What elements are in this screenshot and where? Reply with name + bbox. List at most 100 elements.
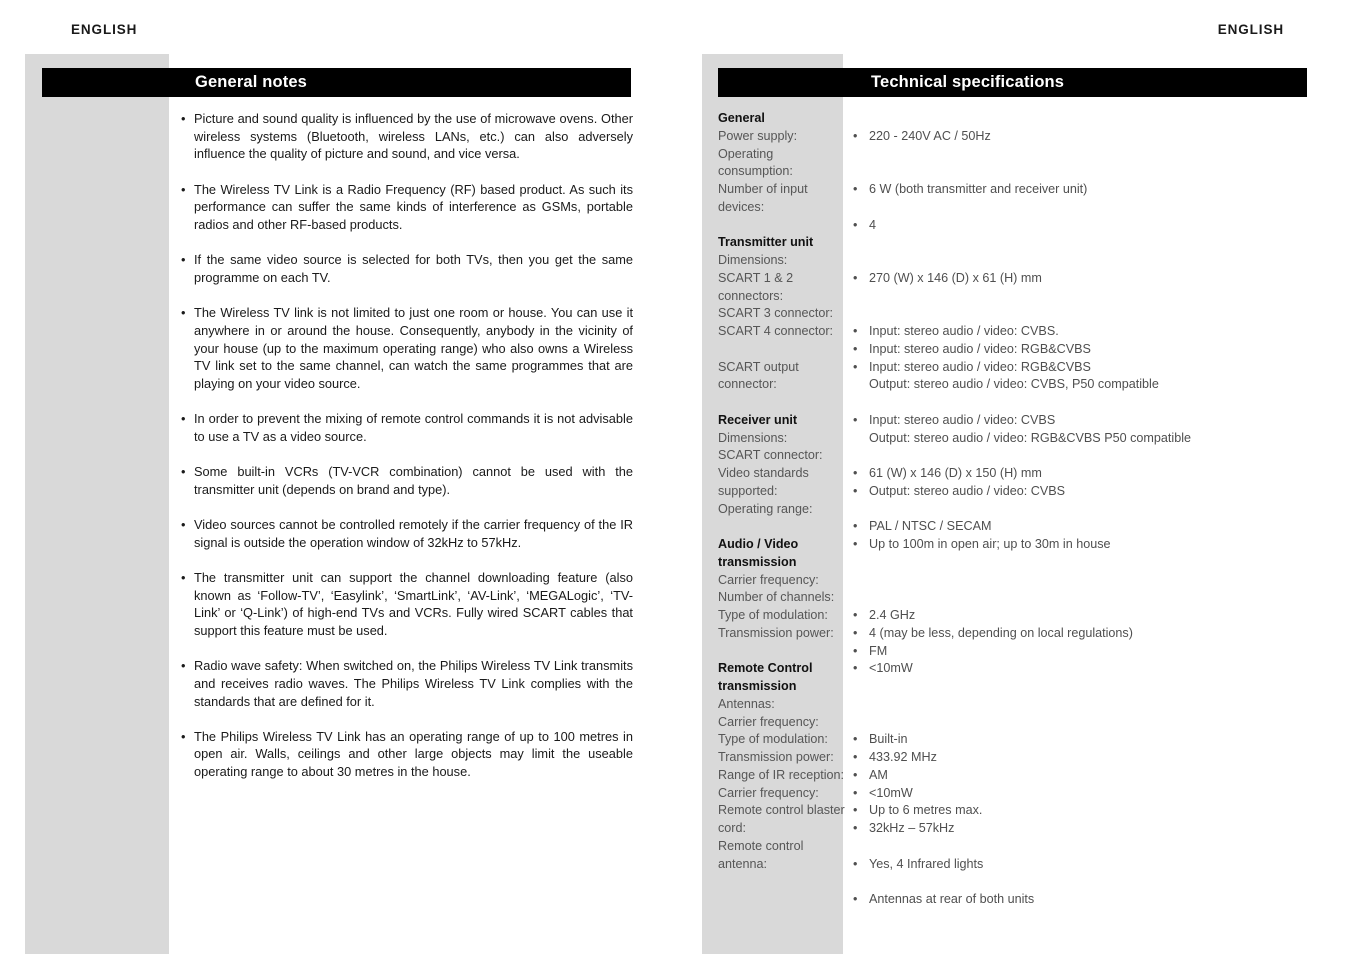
bullet-icon: •	[853, 466, 858, 480]
spec-label: Carrier frequency:	[718, 572, 819, 587]
spec-section-heading: Remote Control	[718, 661, 813, 676]
spec-value: • Yes, 4 Infrared lights	[853, 856, 1313, 874]
spec-value-text: Input: stereo audio / video: CVBS.	[869, 324, 1059, 338]
spec-value: • 6 W (both transmitter and receiver unit…	[853, 181, 1313, 199]
spec-value: • 4 (may be less, depending on local regu…	[853, 625, 1313, 643]
spec-label	[718, 643, 844, 661]
spec-value: • 2.4 GHz	[853, 607, 1313, 625]
spec-label: Carrier frequency:	[718, 714, 819, 729]
spec-value-text: 220 - 240V AC / 50Hz	[869, 128, 991, 143]
spec-value-text: Input: stereo audio / video: CVBS	[869, 412, 1056, 427]
spec-label: connector:	[718, 377, 777, 392]
spec-label: Power supply:	[718, 128, 798, 143]
spec-value: • 61 (W) x 146 (D) x 150 (H) mm	[853, 465, 1313, 483]
spec-label: consumption:	[718, 164, 793, 179]
note-text: Picture and sound quality is influenced …	[194, 111, 633, 162]
spec-label: Video standards	[718, 466, 809, 480]
spec-value: Output: stereo audio / video: RGB&CVBS P…	[853, 430, 1313, 448]
spec-label: SCART 3 connector:	[718, 306, 834, 321]
spec-label: SCART connector:	[718, 448, 823, 463]
spec-value: • 270 (W) x 146 (D) x 61 (H) mm	[853, 270, 1313, 288]
spec-label: Range of IR reception:	[718, 767, 845, 782]
spec-value: • <10mW	[853, 785, 1313, 803]
bullet-icon: •	[853, 856, 858, 871]
note-item: • If the same video source is selected fo…	[181, 251, 633, 286]
spec-value: • Output: stereo audio / video: CVBS	[853, 483, 1313, 501]
spec-value-text: Output: stereo audio / video: RGB&CVBS P…	[869, 430, 1192, 445]
spec-value-spacer	[853, 110, 1313, 128]
spec-value: • 32kHz – 57kHz	[853, 820, 1313, 838]
spec-value: • Input: stereo audio / video: CVBS.	[853, 323, 1313, 341]
spec-label: Number of channels:	[718, 590, 835, 605]
spec-value-text: PAL / NTSC / SECAM	[869, 519, 992, 534]
spec-value-text: 2.4 GHz	[869, 608, 916, 622]
bullet-icon: •	[181, 411, 186, 427]
spec-value-text: 4	[869, 217, 877, 232]
spec-section-heading: General	[718, 111, 765, 125]
spec-value-spacer	[853, 163, 1313, 181]
note-item: • The Philips Wireless TV Link has an ope…	[181, 728, 633, 781]
spec-value: • Up to 100m in open air; up to 30m in ho…	[853, 536, 1313, 554]
spec-value-spacer	[853, 678, 1313, 696]
spec-value-spacer	[853, 696, 1313, 714]
spec-value: • 433.92 MHz	[853, 749, 1313, 767]
bullet-icon: •	[853, 732, 858, 747]
spec-label: Transmission power:	[718, 625, 834, 640]
spec-value: • Input: stereo audio / video: CVBS	[853, 412, 1313, 430]
bullet-icon: •	[181, 111, 186, 126]
spec-value-spacer	[853, 252, 1313, 270]
bullet-icon: •	[853, 821, 858, 835]
bullet-icon: •	[853, 643, 858, 658]
spec-value-text: Input: stereo audio / video: RGB&CVBS	[869, 341, 1091, 356]
spec-label: Operating range:	[718, 501, 813, 516]
spec-label	[718, 394, 844, 412]
spec-section-heading: Audio / Video	[718, 537, 799, 551]
spec-value-spacer	[853, 714, 1313, 732]
spec-label: Antennas:	[718, 696, 775, 711]
bullet-icon: •	[181, 728, 186, 744]
bullet-icon: •	[853, 270, 858, 285]
running-head-right: ENGLISH	[1217, 22, 1284, 37]
bullet-icon: •	[853, 519, 858, 534]
spec-label: Carrier frequency:	[718, 785, 819, 800]
spec-value-text: <10mW	[869, 661, 913, 676]
spec-label: Type of modulation:	[718, 732, 828, 747]
spec-value-text: 433.92 MHz	[869, 750, 937, 764]
spec-label: Number of input	[718, 182, 808, 196]
spec-value-text: Output: stereo audio / video: CVBS, P50 …	[869, 377, 1159, 392]
note-text: Video sources cannot be controlled remot…	[194, 516, 633, 550]
note-text: Some built-in VCRs (TV-VCR combination) …	[194, 464, 633, 497]
bullet-icon: •	[853, 324, 858, 338]
spec-label: Transmission power:	[718, 750, 834, 764]
note-item: • The transmitter unit can support the ch…	[181, 569, 633, 640]
spec-value-spacer	[853, 394, 1313, 412]
spec-label-column: General Power supply: Operating consumption…	[718, 110, 845, 873]
spec-label: devices:	[718, 199, 765, 214]
bullet-icon: •	[853, 750, 858, 764]
bullet-icon: •	[853, 128, 858, 143]
note-text: The transmitter unit can support the cha…	[194, 569, 633, 638]
bullet-icon: •	[853, 182, 858, 196]
spec-label: Remote control blaster	[718, 803, 845, 818]
spec-label: connectors:	[718, 288, 784, 303]
technical-specifications-title: Technical specifications	[871, 73, 1065, 91]
spec-value-spacer	[853, 873, 1313, 891]
spec-value-text: Up to 6 metres max.	[869, 803, 983, 818]
spec-value-text: 270 (W) x 146 (D) x 61 (H) mm	[869, 270, 1042, 285]
spec-label: Type of modulation:	[718, 608, 828, 622]
spec-value-column: • 220 - 240V AC / 50Hz • 6 W (both transmi…	[853, 110, 1313, 909]
spec-value: • Up to 6 metres max.	[853, 802, 1313, 820]
spec-value: • 220 - 240V AC / 50Hz	[853, 128, 1313, 146]
note-text: If the same video source is selected for…	[194, 252, 633, 285]
spec-value-spacer	[853, 288, 1313, 306]
spec-label	[718, 341, 844, 359]
spec-label: supported:	[718, 483, 778, 498]
spec-value-spacer	[853, 572, 1313, 590]
spec-label	[718, 217, 844, 235]
spec-value-spacer	[853, 554, 1313, 572]
bullet-icon: •	[853, 767, 858, 782]
note-text: The Wireless TV link is not limited to j…	[194, 305, 633, 391]
bullet-icon: •	[853, 537, 858, 551]
bullet-icon: •	[853, 785, 858, 800]
bullet-icon: •	[853, 217, 858, 232]
